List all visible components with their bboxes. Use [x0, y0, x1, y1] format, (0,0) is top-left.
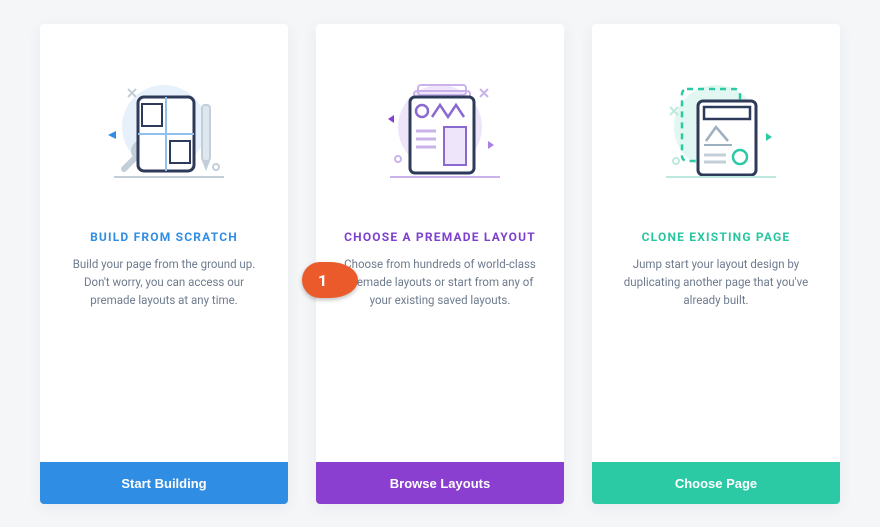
start-building-button[interactable]: Start Building [40, 462, 288, 504]
card-title: CLONE EXISTING PAGE [642, 230, 791, 244]
card-clone-page: CLONE EXISTING PAGE Jump start your layo… [592, 24, 840, 504]
illustration-premade [316, 24, 564, 224]
illustration-build [40, 24, 288, 224]
card-title: CHOOSE A PREMADE LAYOUT [344, 230, 536, 244]
illustration-clone [592, 24, 840, 224]
card-description: Build your page from the ground up. Don'… [40, 256, 288, 309]
card-row: BUILD FROM SCRATCH Build your page from … [0, 0, 880, 522]
browse-layouts-button[interactable]: Browse Layouts [316, 462, 564, 504]
choose-page-button[interactable]: Choose Page [592, 462, 840, 504]
card-build-from-scratch: BUILD FROM SCRATCH Build your page from … [40, 24, 288, 504]
annotation-marker-1: 1 [302, 262, 358, 298]
card-title: BUILD FROM SCRATCH [90, 230, 238, 244]
card-premade-layout: 1 [316, 24, 564, 504]
card-description: Jump start your layout design by duplica… [592, 256, 840, 309]
